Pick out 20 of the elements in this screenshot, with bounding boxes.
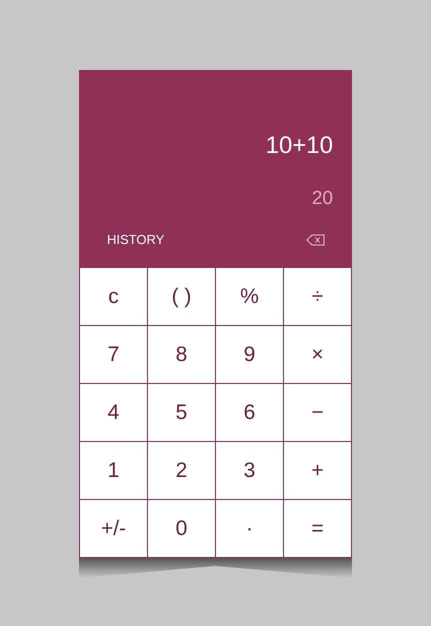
keypad-key[interactable]: % bbox=[216, 268, 284, 326]
keypad-key[interactable]: 9 bbox=[216, 326, 284, 384]
keypad-key[interactable]: ( ) bbox=[148, 268, 216, 326]
keypad-key[interactable]: 4 bbox=[80, 384, 148, 442]
keypad-key[interactable]: 8 bbox=[148, 326, 216, 384]
keypad-key[interactable]: + bbox=[284, 442, 352, 500]
keypad-key[interactable]: ÷ bbox=[284, 268, 352, 326]
result-text: 20 bbox=[312, 188, 333, 210]
keypad-key[interactable]: 6 bbox=[216, 384, 284, 442]
history-button[interactable]: HISTORY bbox=[107, 232, 164, 248]
keypad-key[interactable]: × bbox=[284, 326, 352, 384]
keypad-key[interactable]: 5 bbox=[148, 384, 216, 442]
keypad-key[interactable]: c bbox=[80, 268, 148, 326]
backspace-icon[interactable] bbox=[306, 234, 326, 246]
keypad-key[interactable]: 7 bbox=[80, 326, 148, 384]
keypad-key[interactable]: 2 bbox=[148, 442, 216, 500]
keypad-key[interactable]: 3 bbox=[216, 442, 284, 500]
keypad-key[interactable]: − bbox=[284, 384, 352, 442]
expression-text: 10+10 bbox=[266, 132, 333, 160]
keypad-key[interactable]: 1 bbox=[80, 442, 148, 500]
